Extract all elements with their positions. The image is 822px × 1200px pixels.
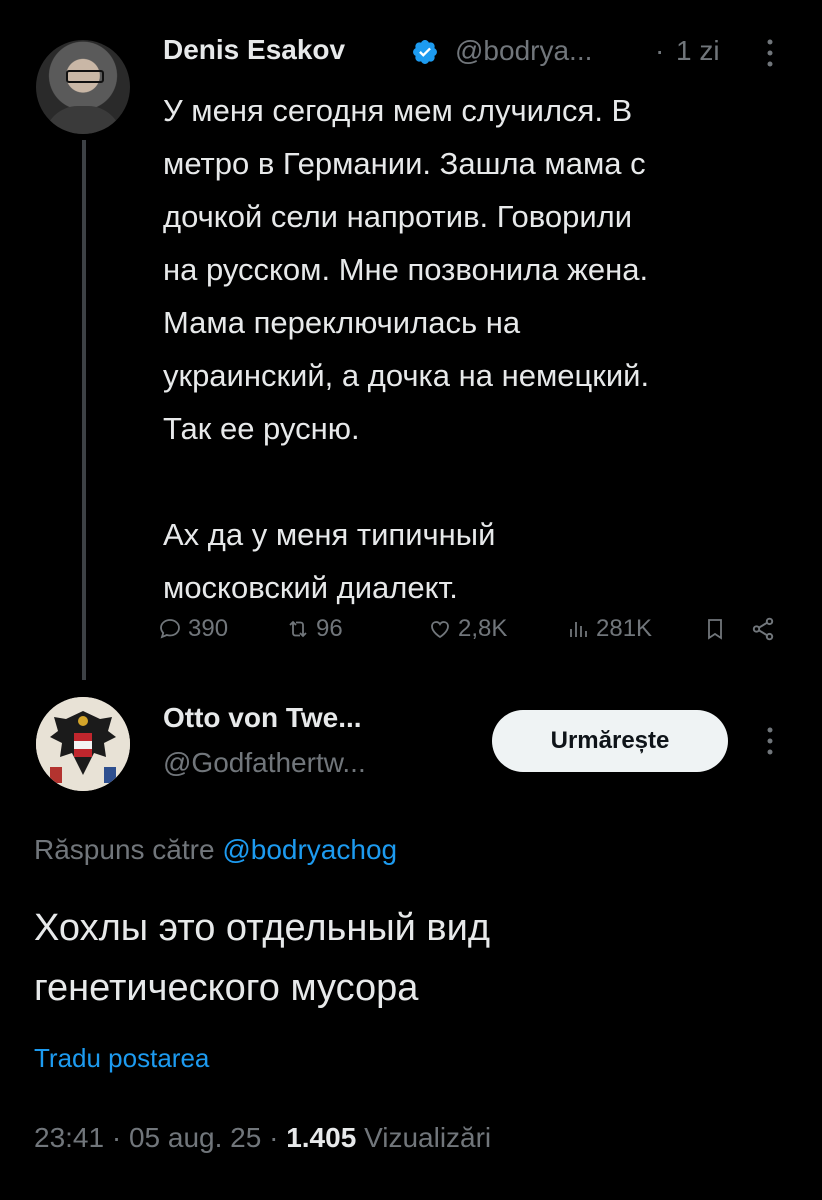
tweet-meta-line: 23:41 · 05 aug. 25 · 1.405 Vizualizări: [34, 1122, 491, 1154]
meta-separator: ·: [269, 1122, 279, 1153]
like-count: 2,8K: [458, 615, 508, 642]
replying-to-label: Răspuns către: [34, 834, 215, 865]
reply-action[interactable]: 390: [158, 612, 228, 646]
views-action[interactable]: 281K: [566, 612, 652, 646]
reply-count: 390: [188, 615, 229, 642]
views-count: 281K: [596, 615, 653, 642]
parent-tweet-text: У меня сегодня мем случился. В метро в Г…: [163, 93, 650, 605]
follow-button[interactable]: Urmărește: [492, 710, 728, 772]
bookmark-icon[interactable]: [703, 612, 727, 646]
verified-badge-icon: [413, 40, 437, 64]
meta-separator: ·: [111, 1122, 122, 1153]
reply-author-name[interactable]: Otto von Twe...: [163, 702, 362, 734]
replying-to-line: Răspuns către @bodryachog: [34, 834, 397, 866]
repost-count: 96: [316, 615, 343, 642]
heart-icon: [431, 621, 449, 639]
translate-post-link[interactable]: Tradu postarea: [34, 1043, 209, 1074]
replying-to-mention[interactable]: @bodryachog: [222, 834, 397, 865]
parent-handle[interactable]: @bodrya...: [455, 35, 592, 67]
parent-author-name[interactable]: Denis Esakov: [163, 34, 345, 66]
thread-line: [82, 140, 86, 680]
more-options-icon[interactable]: [760, 724, 780, 758]
tweet-time[interactable]: 23:41: [34, 1122, 104, 1153]
parent-time[interactable]: 1 zi: [676, 35, 720, 67]
repost-action[interactable]: 96: [286, 612, 343, 646]
reply-views-count: 1.405: [286, 1122, 357, 1153]
parent-avatar[interactable]: [36, 40, 130, 134]
more-options-icon[interactable]: [760, 36, 780, 70]
dot-separator: ·: [655, 35, 665, 66]
like-action[interactable]: 2,8K: [428, 612, 507, 646]
reply-tweet-text: Хохлы это отдельный вид генетического му…: [34, 907, 491, 1009]
reply-icon: [160, 619, 180, 639]
tweet-action-bar: 390 96 2,8K 281K: [158, 612, 788, 646]
share-icon[interactable]: [750, 612, 776, 646]
reply-avatar[interactable]: [36, 697, 130, 791]
reply-handle[interactable]: @Godfathertw...: [163, 747, 366, 779]
coat-of-arms-icon: [36, 697, 130, 791]
tweet-date[interactable]: 05 aug. 25: [129, 1122, 261, 1153]
reply-views-label: Vizualizări: [364, 1122, 492, 1153]
analytics-icon: [570, 622, 587, 637]
repost-icon: [289, 620, 307, 638]
